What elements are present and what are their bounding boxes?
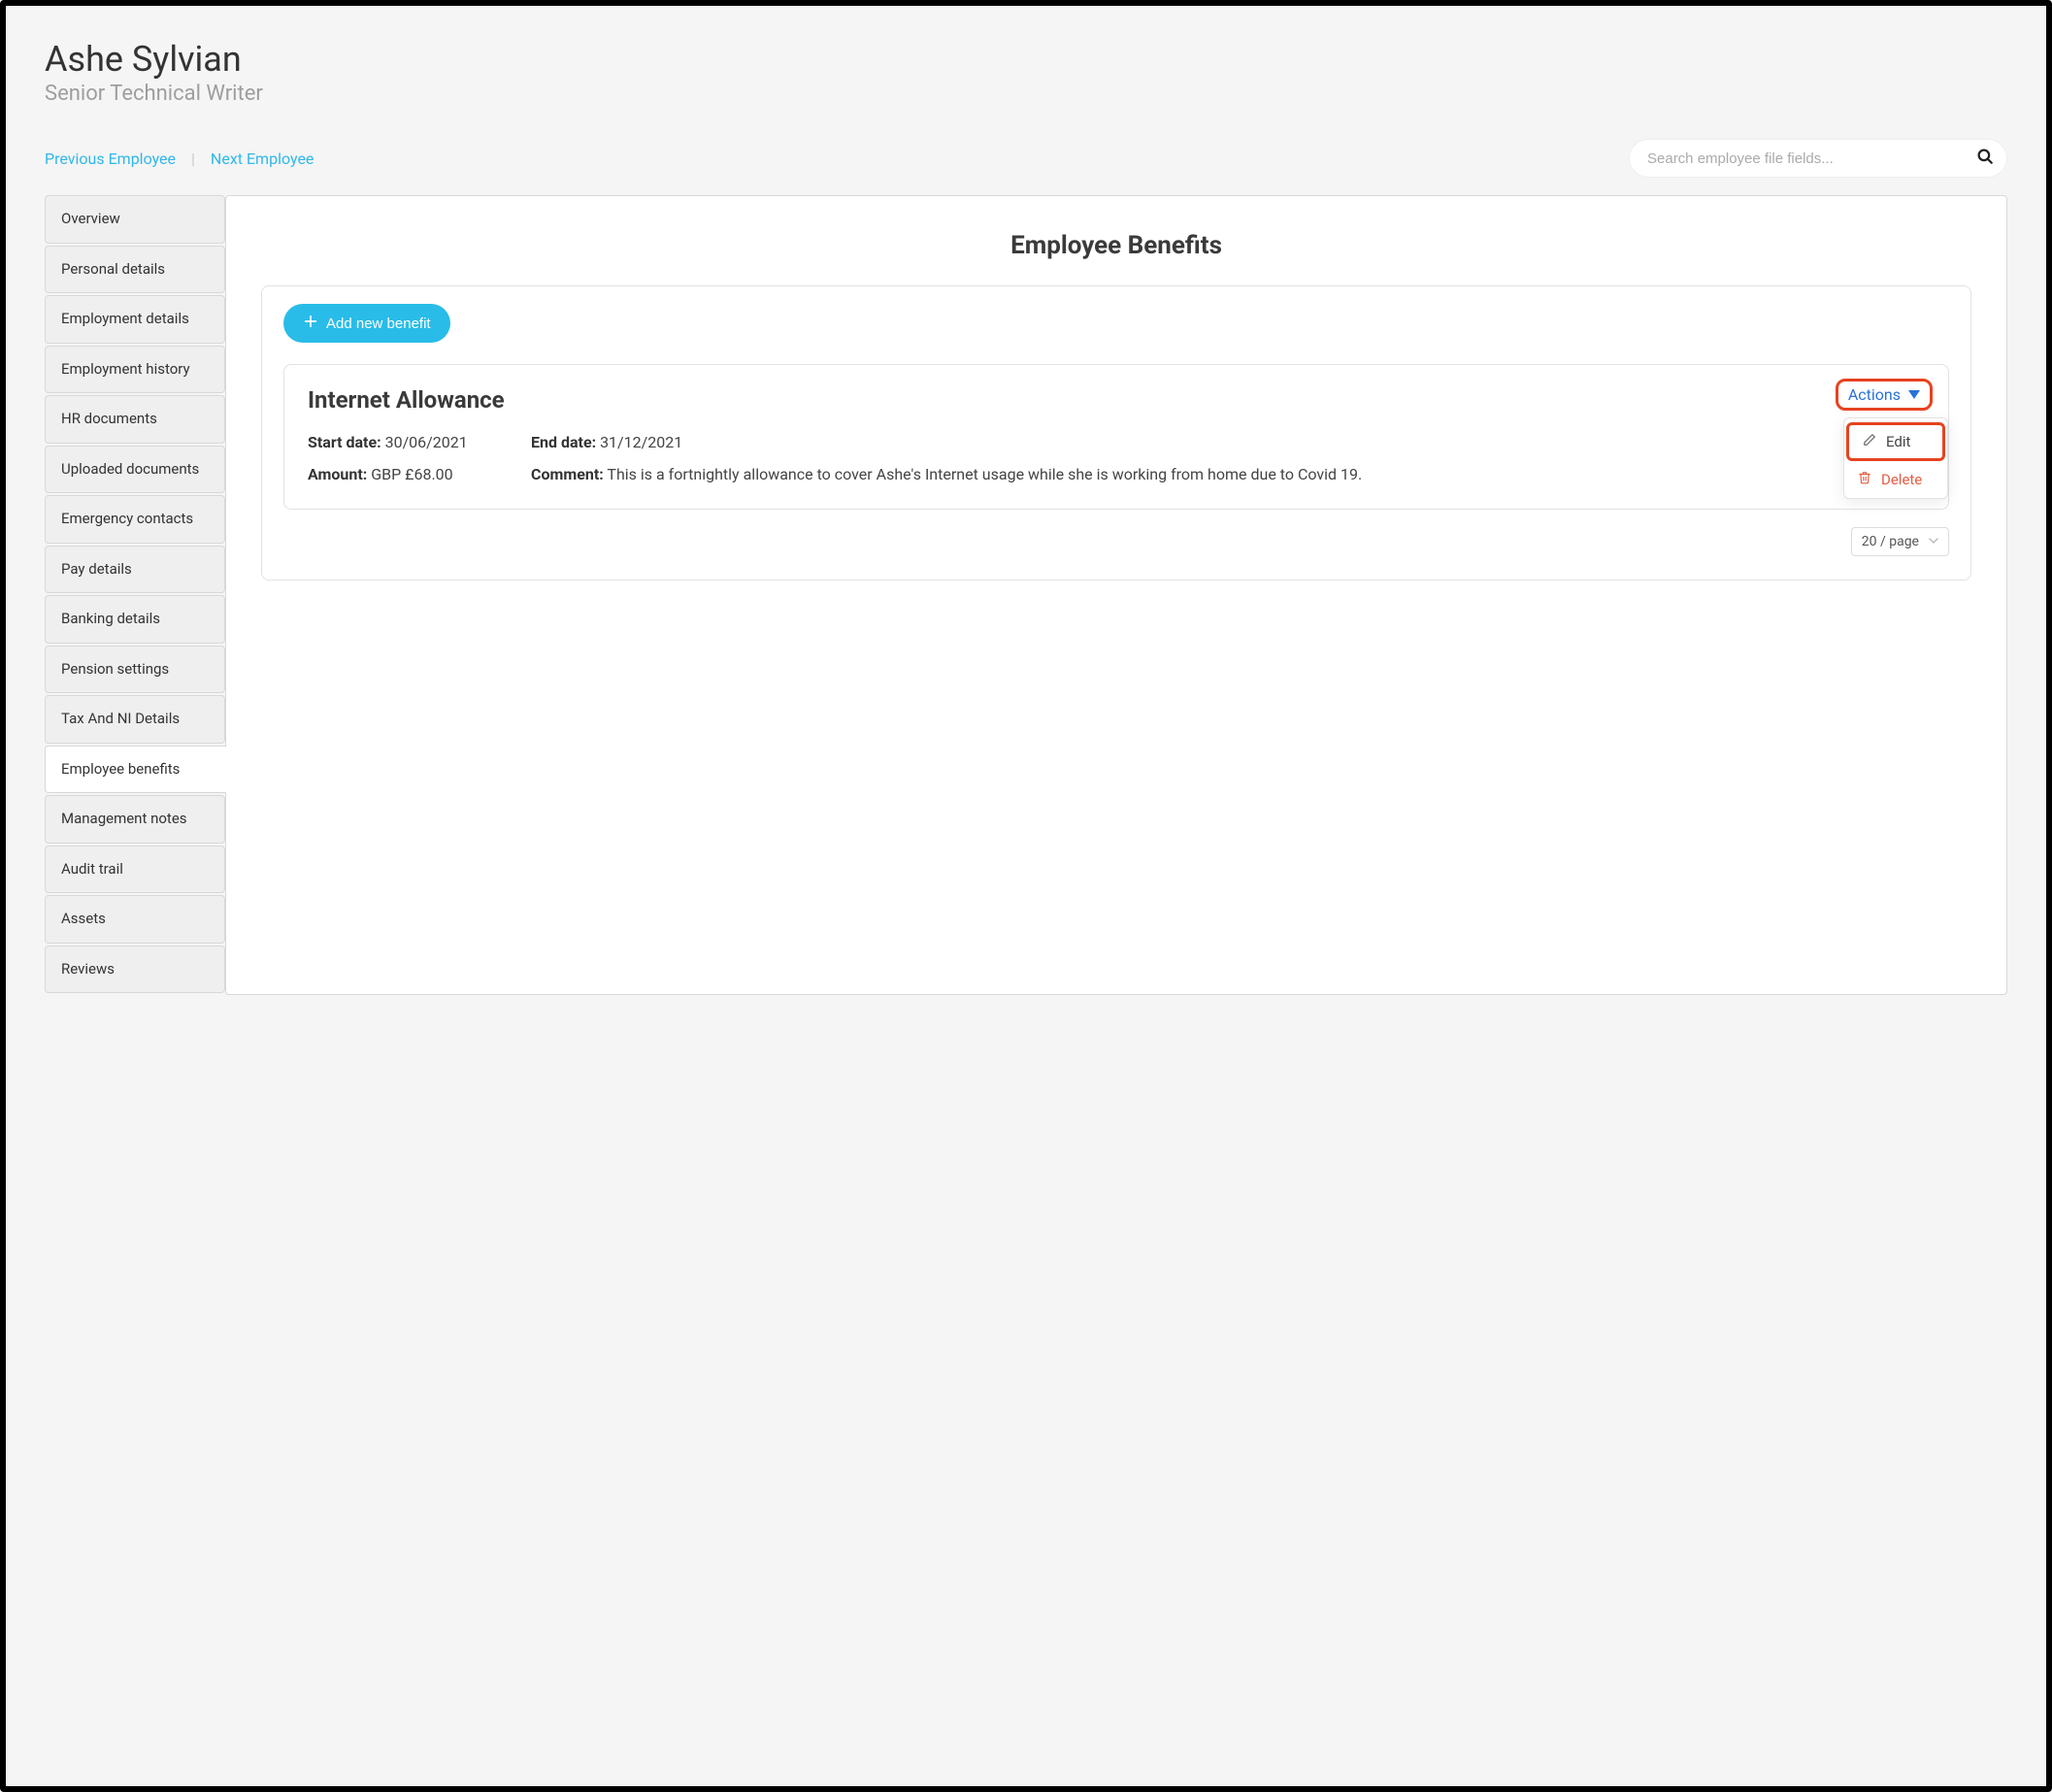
benefit-card: Internet Allowance Actions Edit xyxy=(283,364,1949,510)
comment-value: This is a fortnightly allowance to cover… xyxy=(607,465,1362,483)
actions-delete-label: Delete xyxy=(1881,471,1922,488)
actions-label: Actions xyxy=(1848,385,1901,404)
employee-title: Senior Technical Writer xyxy=(45,82,2007,106)
sidebar-item-employee-benefits[interactable]: Employee benefits xyxy=(45,746,226,794)
benefits-panel: Add new benefit Internet Allowance Actio… xyxy=(261,285,1971,581)
start-date-cell: Start date: 30/06/2021 xyxy=(308,431,521,455)
chevron-down-icon xyxy=(1929,535,1938,548)
add-benefit-button[interactable]: Add new benefit xyxy=(283,304,450,343)
trash-icon xyxy=(1858,471,1871,488)
employee-name: Ashe Sylvian xyxy=(45,39,2007,80)
nav-row: Previous Employee | Next Employee xyxy=(45,139,2007,178)
actions-button[interactable]: Actions xyxy=(1836,379,1933,411)
search-icon[interactable] xyxy=(1976,148,1994,169)
sidebar-item-tax-ni-details[interactable]: Tax And NI Details xyxy=(45,695,225,744)
start-date-value: 30/06/2021 xyxy=(385,433,468,451)
comment-cell: Comment: This is a fortnightly allowance… xyxy=(531,463,1925,487)
comment-label: Comment: xyxy=(531,465,604,483)
search-wrap xyxy=(1629,139,2007,178)
sidebar-item-uploaded-documents[interactable]: Uploaded documents xyxy=(45,446,225,494)
plus-icon xyxy=(303,314,318,333)
app-frame: Ashe Sylvian Senior Technical Writer Pre… xyxy=(0,0,2052,1792)
end-date-label: End date: xyxy=(531,433,596,451)
end-date-cell: End date: 31/12/2021 xyxy=(531,431,1925,455)
actions-dropdown: Edit Delete xyxy=(1843,417,1948,499)
pager-row: 20 / page xyxy=(283,527,1949,556)
end-date-value: 31/12/2021 xyxy=(600,433,682,451)
benefit-grid: Start date: 30/06/2021 End date: 31/12/2… xyxy=(308,431,1925,487)
sidebar-item-management-notes[interactable]: Management notes xyxy=(45,795,225,844)
actions-edit-item[interactable]: Edit xyxy=(1846,422,1945,461)
pencil-icon xyxy=(1863,433,1876,450)
sidebar-item-emergency-contacts[interactable]: Emergency contacts xyxy=(45,495,225,544)
benefit-title: Internet Allowance xyxy=(308,386,1925,414)
content: Employee Benefits Add new benefit Intern… xyxy=(225,195,2007,995)
sidebar: Overview Personal details Employment det… xyxy=(45,195,225,995)
search-input[interactable] xyxy=(1629,139,2007,178)
add-benefit-label: Add new benefit xyxy=(326,315,431,332)
sidebar-item-audit-trail[interactable]: Audit trail xyxy=(45,846,225,894)
amount-label: Amount: xyxy=(308,465,367,483)
actions-edit-label: Edit xyxy=(1886,433,1910,450)
amount-value: GBP £68.00 xyxy=(371,465,452,483)
employee-nav-links: Previous Employee | Next Employee xyxy=(45,149,314,168)
sidebar-item-pension-settings[interactable]: Pension settings xyxy=(45,646,225,694)
actions-delete-item[interactable]: Delete xyxy=(1844,463,1947,496)
page-title: Employee Benefits xyxy=(261,231,1971,260)
sidebar-item-hr-documents[interactable]: HR documents xyxy=(45,395,225,444)
sidebar-item-employment-details[interactable]: Employment details xyxy=(45,295,225,344)
page-size-select[interactable]: 20 / page xyxy=(1851,527,1949,556)
amount-cell: Amount: GBP £68.00 xyxy=(308,463,521,487)
sidebar-item-personal-details[interactable]: Personal details xyxy=(45,246,225,294)
sidebar-item-employment-history[interactable]: Employment history xyxy=(45,346,225,394)
caret-down-icon xyxy=(1908,385,1920,404)
next-employee-link[interactable]: Next Employee xyxy=(211,149,314,168)
sidebar-item-banking-details[interactable]: Banking details xyxy=(45,595,225,644)
previous-employee-link[interactable]: Previous Employee xyxy=(45,149,176,168)
sidebar-item-overview[interactable]: Overview xyxy=(45,195,225,244)
start-date-label: Start date: xyxy=(308,433,381,451)
header: Ashe Sylvian Senior Technical Writer xyxy=(45,39,2007,106)
sidebar-item-assets[interactable]: Assets xyxy=(45,895,225,944)
nav-separator: | xyxy=(191,149,195,168)
sidebar-item-reviews[interactable]: Reviews xyxy=(45,946,225,994)
layout: Overview Personal details Employment det… xyxy=(45,195,2007,995)
page-size-label: 20 / page xyxy=(1862,534,1919,549)
sidebar-item-pay-details[interactable]: Pay details xyxy=(45,546,225,594)
